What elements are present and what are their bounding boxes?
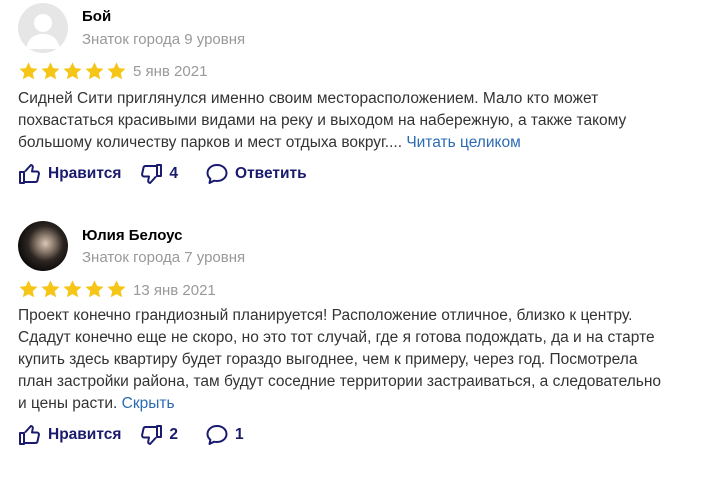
speech-bubble-icon — [206, 425, 228, 445]
avatar[interactable] — [18, 221, 68, 271]
thumbs-down-icon — [141, 164, 163, 184]
avatar[interactable] — [18, 3, 68, 53]
thumbs-up-icon — [19, 164, 40, 184]
collapse-link[interactable]: Скрыть — [122, 395, 175, 412]
author-level: Знаток города 7 уровня — [82, 249, 246, 266]
star-icon — [41, 62, 60, 80]
like-label: Нравится — [48, 165, 122, 182]
star-icon — [85, 280, 104, 298]
dislike-count: 4 — [169, 165, 179, 182]
comments-button[interactable]: 1 — [205, 423, 244, 447]
reply-button[interactable]: Ответить — [205, 162, 307, 186]
star-icon — [19, 280, 38, 298]
speech-bubble-icon — [206, 164, 228, 184]
user-silhouette-icon — [26, 14, 60, 49]
review-body: Сидней Сити приглянулся именно своим мес… — [18, 90, 627, 151]
rating-stars — [18, 279, 127, 300]
star-icon — [107, 280, 126, 298]
review-text: Проект конечно грандиозный планируется! … — [18, 305, 668, 415]
star-icon — [107, 62, 126, 80]
thumbs-down-icon — [141, 425, 163, 445]
author-name[interactable]: Бой — [82, 8, 111, 25]
star-icon — [85, 62, 104, 80]
like-button[interactable]: Нравится — [18, 423, 121, 447]
dislike-button[interactable]: 2 — [139, 423, 178, 447]
dislike-button[interactable]: 4 — [139, 162, 178, 186]
star-icon — [63, 280, 82, 298]
review-actions: Нравится 2 1 — [18, 423, 244, 447]
rating-stars — [18, 61, 127, 82]
like-label: Нравится — [48, 426, 122, 443]
review-actions: Нравится 4 Ответить — [18, 162, 307, 186]
dislike-count: 2 — [169, 426, 179, 443]
author-level: Знаток города 9 уровня — [82, 31, 246, 48]
reply-label: Ответить — [235, 165, 307, 182]
like-button[interactable]: Нравится — [18, 162, 121, 186]
star-icon — [41, 280, 60, 298]
review-text: Сидней Сити приглянулся именно своим мес… — [18, 88, 668, 154]
review-body: Проект конечно грандиозный планируется! … — [18, 307, 662, 412]
read-more-link[interactable]: Читать целиком — [406, 134, 520, 151]
star-icon — [19, 62, 38, 80]
author-name[interactable]: Юлия Белоус — [82, 227, 183, 244]
review-date: 5 янв 2021 — [133, 63, 208, 80]
comment-count: 1 — [235, 426, 244, 443]
star-icon — [63, 62, 82, 80]
thumbs-up-icon — [19, 425, 40, 445]
review-date: 13 янв 2021 — [133, 282, 216, 299]
